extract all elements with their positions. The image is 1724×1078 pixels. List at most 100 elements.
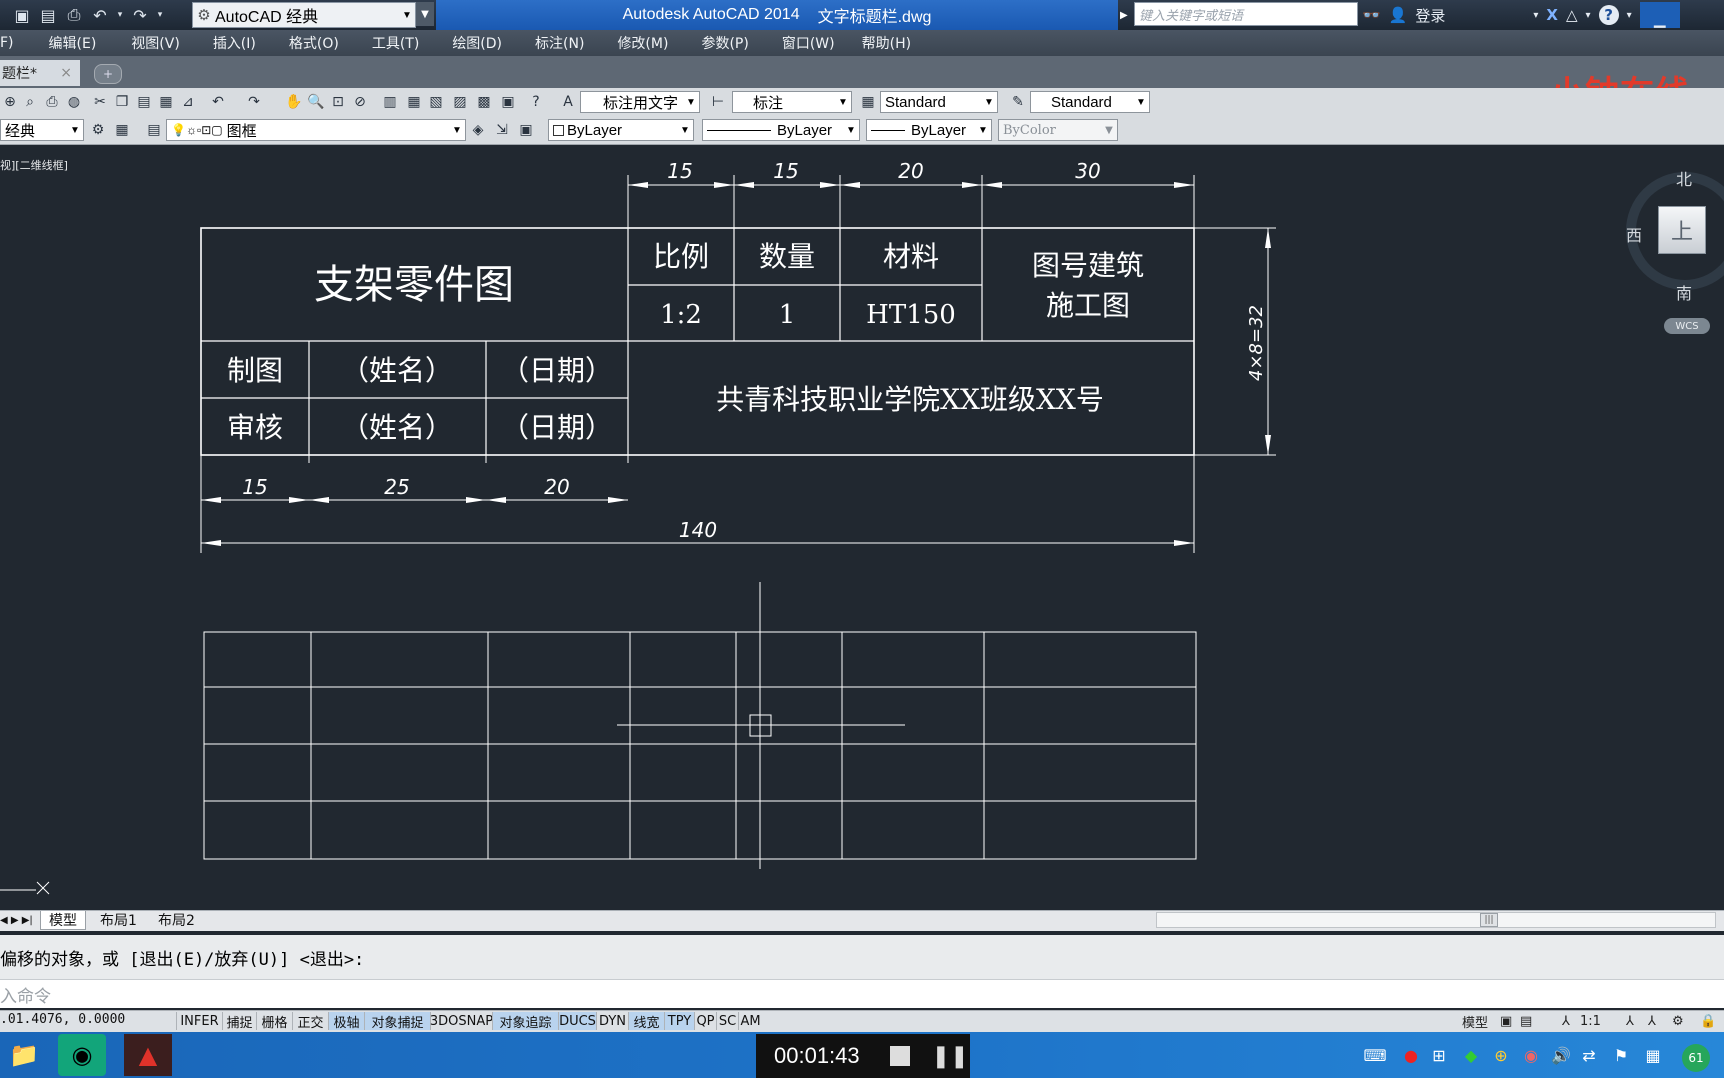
- menu-window[interactable]: 窗口(W): [762, 33, 848, 53]
- close-icon[interactable]: ×: [60, 65, 72, 81]
- tab-nav-arrows[interactable]: ◀ ▶ ▶|: [0, 911, 36, 929]
- plus-icon[interactable]: ⊕: [1490, 1044, 1512, 1066]
- status-ortho[interactable]: 正交: [292, 1012, 328, 1031]
- menu-edit[interactable]: 编辑(E): [27, 33, 110, 53]
- paste-icon[interactable]: ▤: [134, 92, 154, 112]
- auto-scale-icon[interactable]: ⅄: [1648, 1011, 1656, 1031]
- 3d-print-icon[interactable]: ◍: [64, 92, 84, 112]
- workspace-short-select[interactable]: 经典 ▼: [0, 119, 84, 141]
- tab-layout1[interactable]: 布局1: [92, 911, 145, 929]
- plot-preview-icon[interactable]: ⌕: [20, 92, 40, 112]
- calculator-icon[interactable]: ▣: [498, 92, 518, 112]
- drawing-canvas[interactable]: 支架零件图 比例 数量 材料 1:2 1 HT150 图号建筑 施工图 制图 （…: [0, 145, 1724, 910]
- network-app-icon[interactable]: ⊞: [1428, 1044, 1450, 1066]
- update-badge[interactable]: 61: [1682, 1044, 1710, 1072]
- chevron-down-icon[interactable]: ▾: [1627, 10, 1632, 21]
- status-tpy[interactable]: TPY: [664, 1012, 694, 1030]
- status-otrack[interactable]: 对象追踪: [492, 1012, 558, 1031]
- workspace-toggle-icon[interactable]: ▦: [112, 120, 132, 140]
- sync-icon[interactable]: ⇄: [1578, 1044, 1600, 1066]
- status-polar[interactable]: 极轴: [328, 1012, 364, 1031]
- status-sc[interactable]: SC: [716, 1012, 738, 1030]
- horizontal-scrollbar[interactable]: [1156, 912, 1716, 928]
- menu-parametric[interactable]: 参数(P): [681, 33, 761, 53]
- login-button[interactable]: 登录: [1415, 5, 1445, 26]
- coordinate-readout[interactable]: .01.4076, 0.0000: [0, 1012, 125, 1027]
- record-icon[interactable]: ●: [1400, 1044, 1422, 1066]
- tab-model[interactable]: 模型: [40, 911, 86, 930]
- multileader-style-select[interactable]: Standard ▼: [1030, 91, 1150, 113]
- design-center-icon[interactable]: ▦: [404, 92, 424, 112]
- command-input[interactable]: 入命令: [0, 979, 1724, 1008]
- annotation-scale-value[interactable]: 1:1: [1580, 1011, 1601, 1031]
- workspace-select[interactable]: ⚙ AutoCAD 经典 ▼: [192, 2, 416, 28]
- status-qp[interactable]: QP: [694, 1012, 716, 1030]
- layer-manager-icon[interactable]: ▤: [144, 120, 164, 140]
- zoom-realtime-icon[interactable]: 🔍: [306, 92, 326, 112]
- wcs-menu[interactable]: WCS: [1664, 318, 1710, 334]
- undo-icon[interactable]: ↶: [90, 5, 110, 25]
- minimize-button[interactable]: ▁: [1639, 2, 1680, 28]
- status-model-button[interactable]: 模型: [1462, 1011, 1488, 1031]
- publish-icon[interactable]: ⎙: [42, 92, 62, 112]
- status-dyn[interactable]: DYN: [596, 1012, 628, 1030]
- multileader-style-icon[interactable]: ✎: [1008, 92, 1028, 112]
- compass-south[interactable]: 南: [1676, 280, 1692, 304]
- undo-icon[interactable]: ↶: [208, 92, 228, 112]
- help-icon[interactable]: ?: [1598, 5, 1619, 25]
- copy-icon[interactable]: ❐: [112, 92, 132, 112]
- dim-style-select[interactable]: 标注 ▼: [732, 91, 852, 113]
- table-style-select[interactable]: Standard ▼: [880, 91, 998, 113]
- layer-select[interactable]: 💡☼▫⊡▢ 图框 ▼: [166, 119, 466, 141]
- help-icon[interactable]: ?: [526, 92, 546, 112]
- workspace-switch-icon[interactable]: ⚙: [1672, 1011, 1684, 1031]
- tab-layout2[interactable]: 布局2: [150, 911, 203, 929]
- menu-file[interactable]: F): [0, 35, 27, 51]
- properties-icon[interactable]: ▥: [380, 92, 400, 112]
- menu-help[interactable]: 帮助(H): [848, 33, 924, 53]
- search-input[interactable]: 键入关键字或短语: [1134, 2, 1358, 26]
- status-snap[interactable]: 捕捉: [222, 1012, 256, 1031]
- user-icon[interactable]: 👤: [1389, 6, 1408, 24]
- menu-view[interactable]: 视图(V): [109, 33, 193, 53]
- make-current-icon[interactable]: ◈: [468, 120, 488, 140]
- zoom-window-icon[interactable]: ⊡: [328, 92, 348, 112]
- status-grid[interactable]: 栅格: [256, 1012, 292, 1031]
- markup-icon[interactable]: ▩: [474, 92, 494, 112]
- menu-dimension[interactable]: 标注(N): [515, 33, 597, 53]
- layer-previous-icon[interactable]: ⇲: [492, 120, 512, 140]
- cut-icon[interactable]: ✂: [90, 92, 110, 112]
- camera-app-icon[interactable]: ◉: [58, 1034, 106, 1076]
- a360-icon[interactable]: △: [1566, 6, 1578, 24]
- save-icon[interactable]: ▣: [12, 5, 32, 25]
- lock-icon[interactable]: 🔒: [1700, 1011, 1716, 1031]
- scrollbar-thumb[interactable]: |||: [1480, 913, 1498, 927]
- compass-west[interactable]: 西: [1626, 222, 1642, 246]
- print-icon[interactable]: ⎙: [64, 5, 84, 25]
- zoom-previous-icon[interactable]: ⊘: [350, 92, 370, 112]
- color-select[interactable]: ByLayer ▼: [548, 119, 694, 141]
- layer-state-icon[interactable]: ▣: [516, 120, 536, 140]
- status-lineweight[interactable]: 线宽: [628, 1012, 664, 1031]
- menu-draw[interactable]: 绘图(D): [432, 33, 515, 53]
- status-infer[interactable]: INFER: [176, 1012, 222, 1030]
- explorer-icon[interactable]: 📁: [0, 1034, 48, 1076]
- flag-icon[interactable]: ⚑: [1610, 1044, 1632, 1066]
- tool-palettes-icon[interactable]: ▧: [426, 92, 446, 112]
- quick-view-layouts-icon[interactable]: ▣: [1500, 1011, 1512, 1031]
- table-style-icon[interactable]: ▦: [858, 92, 878, 112]
- volume-icon[interactable]: 🔊: [1550, 1044, 1572, 1066]
- text-style-icon[interactable]: A: [558, 92, 578, 112]
- pause-button[interactable]: ❚❚: [932, 1044, 969, 1069]
- dropdown-icon[interactable]: ▾: [116, 5, 124, 25]
- redo-icon[interactable]: ↷: [244, 92, 264, 112]
- status-osnap[interactable]: 对象捕捉: [364, 1012, 430, 1031]
- cloud-icon[interactable]: ◉: [1520, 1044, 1542, 1066]
- menu-insert[interactable]: 插入(I): [193, 33, 269, 53]
- network-icon[interactable]: ▦: [1642, 1044, 1664, 1066]
- green-diamond-icon[interactable]: ◆: [1460, 1044, 1482, 1066]
- annotation-scale-icon[interactable]: ⅄: [1562, 1011, 1570, 1031]
- compass-north[interactable]: 北: [1676, 166, 1692, 190]
- save-as-icon[interactable]: ▤: [38, 5, 58, 25]
- menu-modify[interactable]: 修改(M): [597, 33, 681, 53]
